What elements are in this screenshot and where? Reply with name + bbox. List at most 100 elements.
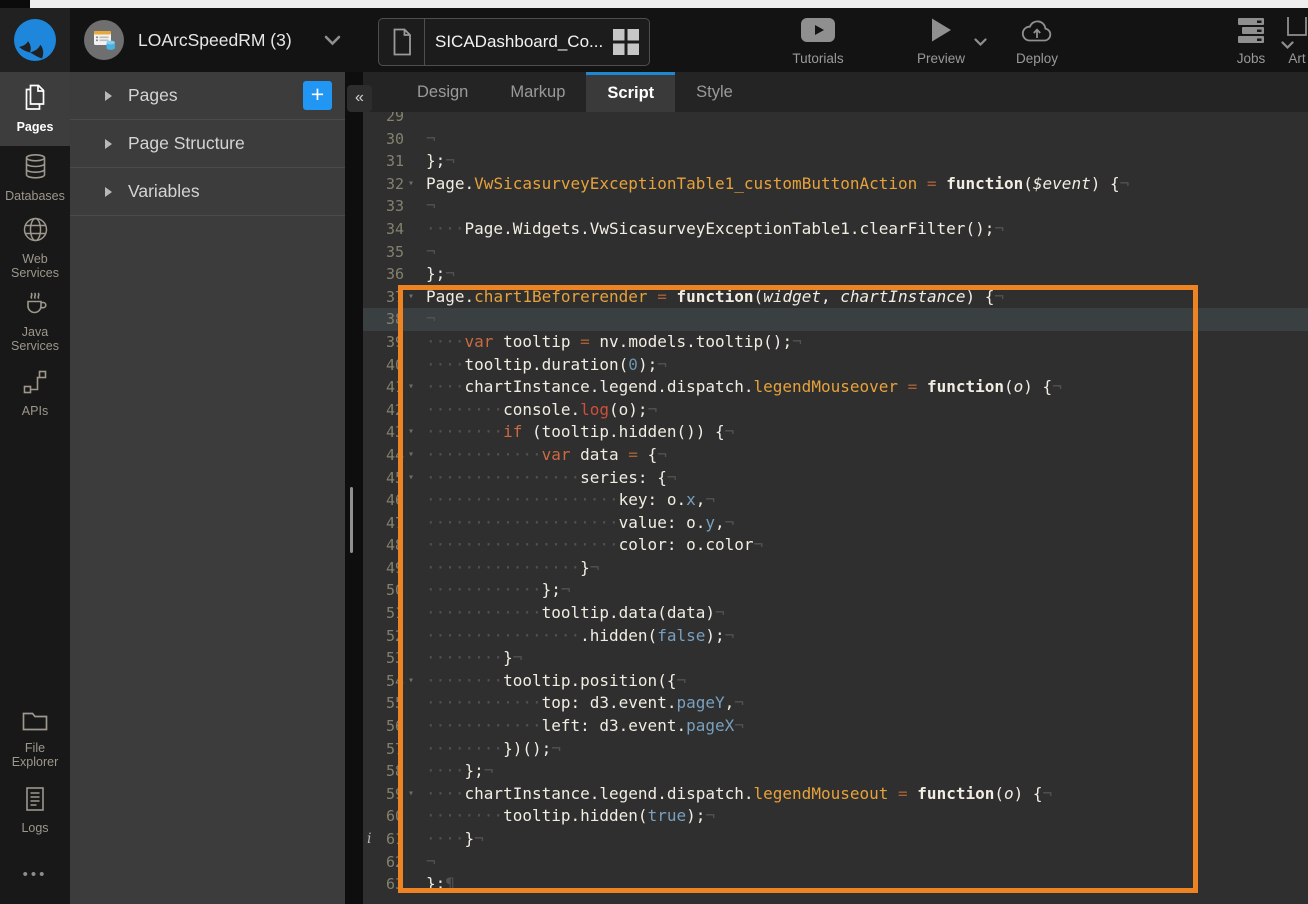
topbar-action-preview[interactable]: Preview	[896, 8, 986, 72]
code-line-63[interactable]: 63};¶	[363, 873, 1308, 896]
page-grid-icon[interactable]	[613, 29, 639, 55]
top-bar: LOArcSpeedRM (3) SICADashboard_Co... Tut…	[0, 8, 1308, 72]
code-line-62[interactable]: 62¬	[363, 851, 1308, 874]
code-editor[interactable]: 2930¬31};¬32▾Page.VwSicasurveyExceptionT…	[363, 112, 1308, 904]
browser-top-strip-light	[30, 0, 1308, 8]
line-number: 38	[363, 308, 404, 331]
code-line-60[interactable]: 60········tooltip.hidden(true);¬	[363, 805, 1308, 828]
code-text: ····chartInstance.legend.dispatch.legend…	[426, 783, 1052, 806]
code-text: ····};¬	[426, 760, 493, 783]
collapsed-arrow-icon[interactable]	[105, 187, 112, 197]
line-number: 37	[363, 286, 404, 309]
code-line-53[interactable]: 53········}¬	[363, 647, 1308, 670]
code-line-47[interactable]: 47 ····················value: o.y,¬	[363, 512, 1308, 535]
chevron-down-icon[interactable]	[974, 34, 987, 52]
fold-arrow-icon[interactable]: ▾	[408, 467, 422, 490]
code-text: ····chartInstance.legend.dispatch.legend…	[426, 376, 1062, 399]
code-line-34[interactable]: 34····Page.Widgets.VwSicasurveyException…	[363, 218, 1308, 241]
code-line-51[interactable]: 51············tooltip.data(data)¬	[363, 602, 1308, 625]
tab-style[interactable]: Style	[675, 72, 754, 112]
line-number: 48	[363, 534, 404, 557]
topbar-action-label: Tutorials	[773, 51, 863, 66]
code-line-35[interactable]: 35 ¬	[363, 241, 1308, 264]
sidebar-item-databases[interactable]: Databases	[0, 150, 70, 206]
collapsed-arrow-icon[interactable]	[105, 91, 112, 101]
sidebar-item-label: Logs	[21, 821, 48, 835]
code-text: ····················value: o.y,¬	[426, 512, 734, 535]
panel-section-page-structure[interactable]: Page Structure	[70, 120, 345, 168]
fold-arrow-icon[interactable]: ▾	[408, 783, 422, 806]
panel-section-variables[interactable]: Variables	[70, 168, 345, 216]
code-line-46[interactable]: 46····················key: o.x,¬	[363, 489, 1308, 512]
code-line-39[interactable]: 39····var tooltip = nv.models.tooltip();…	[363, 331, 1308, 354]
open-page-tab[interactable]: SICADashboard_Co...	[378, 18, 650, 66]
cloud-upload-icon	[1020, 17, 1054, 49]
wavemaker-logo[interactable]	[0, 8, 70, 72]
logs-icon	[23, 786, 47, 817]
code-line-61[interactable]: i61····}¬	[363, 828, 1308, 851]
code-line-40[interactable]: 40····tooltip.duration(0);¬	[363, 354, 1308, 377]
topbar-action-tutorials[interactable]: Tutorials	[773, 8, 863, 72]
sidebar-item-file-explorer[interactable]: FileExplorer	[0, 707, 70, 769]
code-line-50[interactable]: 50············};¬	[363, 579, 1308, 602]
code-line-37[interactable]: 37▾Page.chart1Beforerender = function(wi…	[363, 286, 1308, 309]
collapse-panel-button[interactable]: «	[347, 85, 372, 112]
left-icon-sidebar: ••• PagesDatabases WebServices JavaService…	[0, 72, 70, 904]
code-text: ¬	[426, 195, 436, 218]
sidebar-more-button[interactable]: •••	[0, 866, 70, 883]
sidebar-item-web-services[interactable]: WebServices	[0, 215, 70, 281]
code-line-30[interactable]: 30¬	[363, 128, 1308, 151]
add-page-button[interactable]: +	[303, 81, 332, 110]
fold-arrow-icon[interactable]: ▾	[408, 173, 422, 196]
code-text: ········tooltip.hidden(true);¬	[426, 805, 715, 828]
code-line-33[interactable]: 33¬	[363, 195, 1308, 218]
code-line-58[interactable]: 58····};¬	[363, 760, 1308, 783]
code-line-29[interactable]: 29	[363, 112, 1308, 128]
fold-arrow-icon[interactable]: ▾	[408, 670, 422, 693]
code-text: ············left: d3.event.pageX¬	[426, 715, 744, 738]
code-line-49[interactable]: 49················}¬	[363, 557, 1308, 580]
code-line-57[interactable]: 57········})();¬	[363, 738, 1308, 761]
line-number: 61	[363, 828, 404, 851]
code-line-59[interactable]: 59▾····chartInstance.legend.dispatch.leg…	[363, 783, 1308, 806]
code-line-36[interactable]: 36};¬	[363, 263, 1308, 286]
project-avatar-icon	[84, 20, 124, 60]
topbar-action-art[interactable]: Art	[1252, 8, 1308, 72]
code-line-41[interactable]: 41▾····chartInstance.legend.dispatch.leg…	[363, 376, 1308, 399]
fold-arrow-icon[interactable]: ▾	[408, 286, 422, 309]
code-line-31[interactable]: 31};¬	[363, 150, 1308, 173]
line-number: 47	[363, 512, 404, 535]
line-number: 35	[363, 241, 404, 264]
sidebar-item-pages[interactable]: Pages	[0, 72, 70, 146]
sidebar-item-logs[interactable]: Logs	[0, 782, 70, 838]
code-line-56[interactable]: 56············left: d3.event.pageX¬	[363, 715, 1308, 738]
code-line-38[interactable]: 38¬	[363, 308, 1308, 331]
tab-design[interactable]: Design	[396, 72, 489, 112]
code-line-48[interactable]: 48····················color: o.color¬	[363, 534, 1308, 557]
tab-markup[interactable]: Markup	[489, 72, 586, 112]
panel-section-label: Page Structure	[128, 133, 245, 154]
code-line-32[interactable]: 32▾Page.VwSicasurveyExceptionTable1_cust…	[363, 173, 1308, 196]
fold-arrow-icon[interactable]: ▾	[408, 376, 422, 399]
code-line-43[interactable]: 43▾········if (tooltip.hidden()) {¬	[363, 421, 1308, 444]
code-line-42[interactable]: 42········console.log(o);¬	[363, 399, 1308, 422]
line-number: 53	[363, 647, 404, 670]
topbar-action-deploy[interactable]: Deploy	[992, 8, 1082, 72]
code-line-54[interactable]: 54▾········tooltip.position({¬	[363, 670, 1308, 693]
fold-arrow-icon[interactable]: ▾	[408, 421, 422, 444]
sidebar-item-apis[interactable]: APIs	[0, 370, 70, 416]
code-line-44[interactable]: 44▾············var data = {¬	[363, 444, 1308, 467]
code-line-55[interactable]: 55············top: d3.event.pageY,¬	[363, 692, 1308, 715]
tab-script[interactable]: Script	[586, 72, 675, 112]
code-line-52[interactable]: 52················.hidden(false);¬	[363, 625, 1308, 648]
code-text: ¬	[426, 241, 436, 264]
chevron-down-icon[interactable]	[324, 35, 341, 46]
sidebar-item-java-services[interactable]: JavaServices	[0, 289, 70, 353]
code-text: ············};¬	[426, 579, 571, 602]
panel-section-pages[interactable]: Pages+	[70, 72, 345, 120]
code-line-45[interactable]: 45▾················series: {¬	[363, 467, 1308, 490]
project-switcher[interactable]: LOArcSpeedRM (3)	[84, 8, 341, 72]
divider-scrollbar-thumb[interactable]	[350, 487, 353, 553]
fold-arrow-icon[interactable]: ▾	[408, 444, 422, 467]
collapsed-arrow-icon[interactable]	[105, 139, 112, 149]
